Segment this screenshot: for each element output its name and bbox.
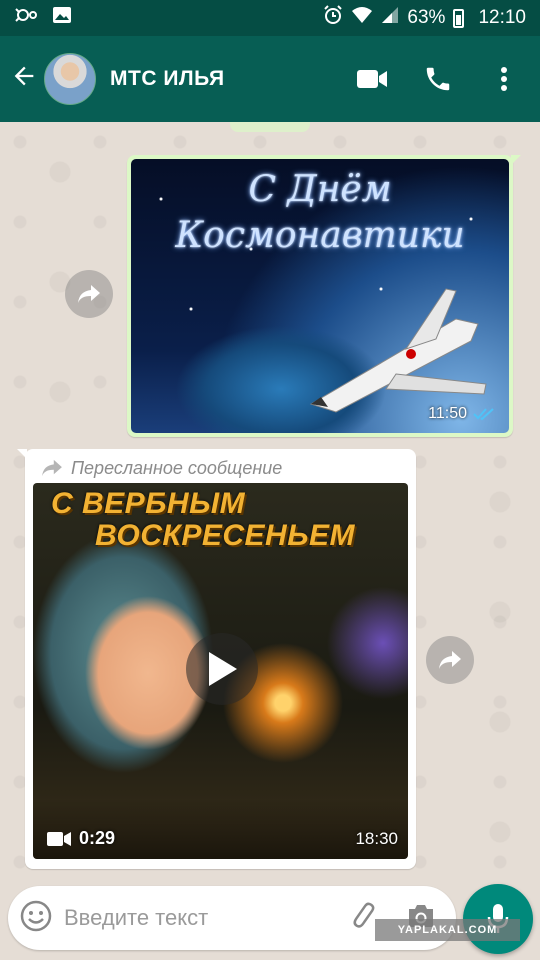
incoming-video-message[interactable]: Пересланное сообщение С ВЕРБНЫМ ВОСКРЕСЕ… xyxy=(17,449,416,869)
image-caption-line1: С Днём xyxy=(248,169,392,210)
video-caption-line2: ВОСКРЕСЕНЬЕМ xyxy=(95,519,355,552)
battery-percent: 63% xyxy=(407,7,446,28)
contact-name[interactable]: МТС ИЛЬЯ xyxy=(110,67,225,91)
alarm-icon xyxy=(323,5,343,31)
video-duration: 0:29 xyxy=(47,828,115,849)
chat-area[interactable]: С Днём Космонавтики 11:50 Пересланное со… xyxy=(0,122,540,882)
watermark: YAPLAKAL.COM xyxy=(375,919,520,941)
duration-text: 0:29 xyxy=(79,828,116,848)
video-caption-line1: С ВЕРБНЫМ xyxy=(51,487,246,520)
back-arrow-icon[interactable] xyxy=(10,62,40,96)
wifi-icon xyxy=(351,6,373,30)
forward-icon xyxy=(439,651,461,669)
forward-button[interactable] xyxy=(65,270,113,318)
video-call-icon[interactable] xyxy=(356,63,388,95)
status-time: 12:10 xyxy=(478,7,526,28)
vr-icon xyxy=(14,5,40,31)
image-caption-line2: Космонавтики xyxy=(175,215,465,256)
play-icon xyxy=(209,652,237,686)
play-button[interactable] xyxy=(186,633,258,705)
message-time: 11:50 xyxy=(428,405,467,422)
battery-icon xyxy=(453,8,465,28)
message-meta: 11:50 xyxy=(428,405,495,423)
outgoing-image-message[interactable]: С Днём Космонавтики 11:50 xyxy=(127,155,521,437)
signal-icon xyxy=(381,6,399,30)
forwarded-label: Пересланное сообщение xyxy=(71,457,283,478)
emoji-icon[interactable] xyxy=(20,900,52,937)
double-check-icon xyxy=(473,408,494,421)
more-vert-icon[interactable] xyxy=(488,63,520,95)
video-thumbnail[interactable]: С ВЕРБНЫМ ВОСКРЕСЕНЬЕМ 0:29 18:30 xyxy=(33,483,408,859)
status-bar: 63% 12:10 xyxy=(0,0,540,36)
forwarded-icon xyxy=(42,459,62,477)
previous-message-stub xyxy=(230,122,310,132)
image-icon xyxy=(52,6,72,30)
video-camera-icon xyxy=(47,831,71,846)
forwarded-header: Пересланное сообщение xyxy=(31,453,410,483)
message-image[interactable]: С Днём Космонавтики 11:50 xyxy=(131,159,509,433)
message-time: 18:30 xyxy=(355,829,398,848)
forward-icon xyxy=(78,285,100,303)
avatar[interactable] xyxy=(44,53,96,105)
shuttle-illustration xyxy=(309,288,487,413)
message-input[interactable] xyxy=(64,905,352,931)
phone-icon[interactable] xyxy=(422,63,454,95)
forward-button[interactable] xyxy=(426,636,474,684)
chat-header: МТС ИЛЬЯ xyxy=(0,36,540,122)
